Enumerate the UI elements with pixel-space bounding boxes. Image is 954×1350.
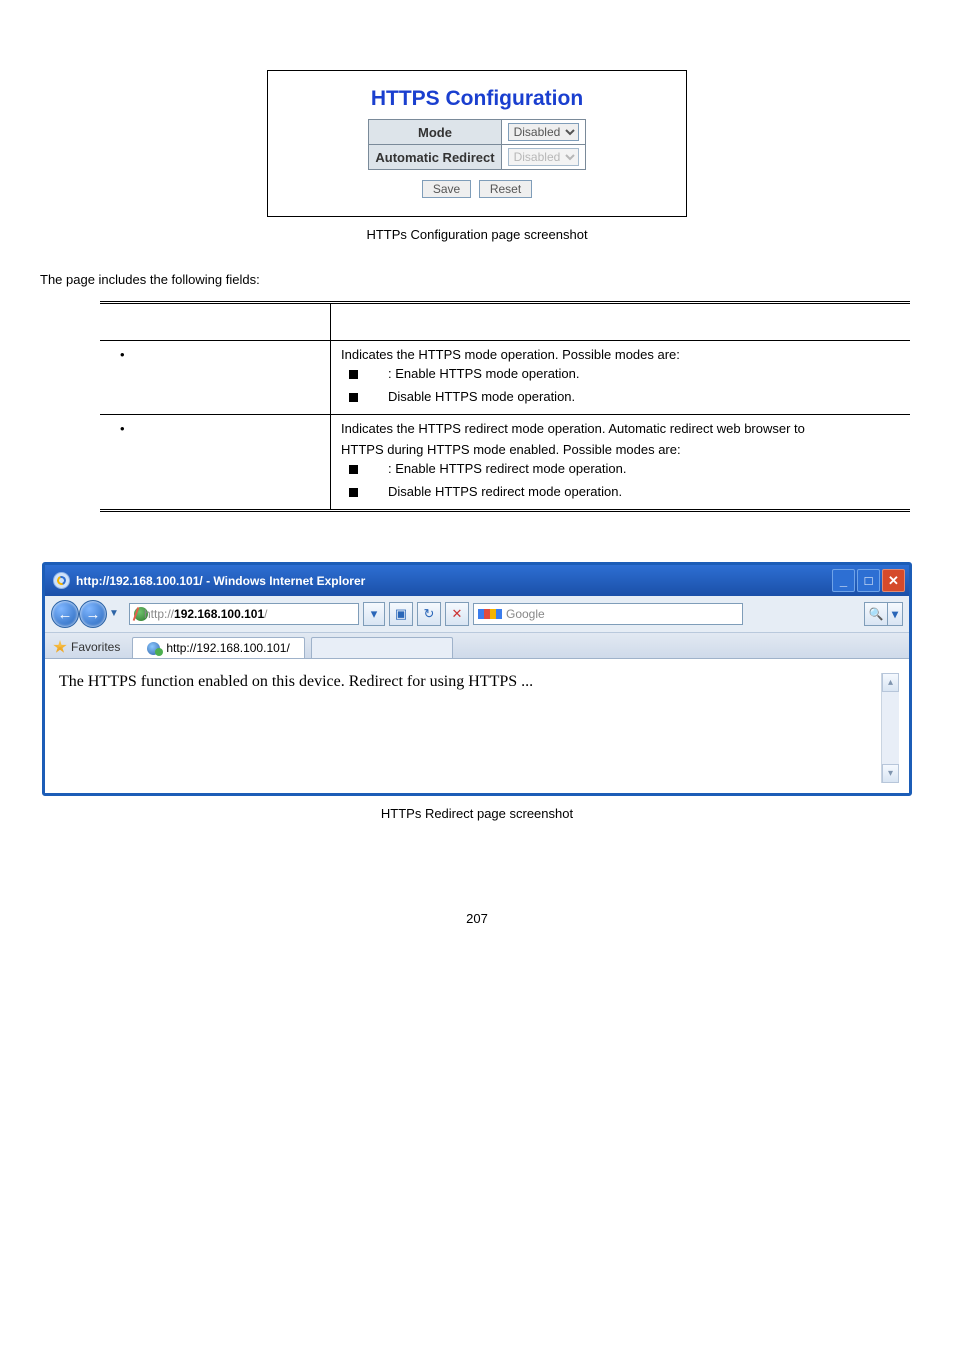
mode-select[interactable]: Disabled: [508, 123, 579, 141]
field-2-bullet-1: : Enable HTTPS redirect mode operation.: [341, 457, 900, 480]
star-icon: [53, 640, 67, 654]
address-text: http://192.168.100.101/: [144, 607, 267, 621]
favorites-button[interactable]: Favorites: [51, 638, 126, 658]
mode-label: Mode: [369, 120, 501, 145]
field-row-1-label: •: [100, 341, 331, 415]
page-number: 207: [40, 911, 914, 926]
tab-favicon-icon: [147, 642, 160, 655]
ie-window: http://192.168.100.101/ - Windows Intern…: [42, 562, 912, 796]
redirect-select: Disabled: [508, 148, 579, 166]
figure-caption-1: HTTPs Configuration page screenshot: [40, 227, 914, 242]
field-2-bullet-2: Disable HTTPS redirect mode operation.: [341, 480, 900, 503]
back-icon[interactable]: ←: [51, 600, 79, 628]
forward-icon[interactable]: →: [79, 600, 107, 628]
search-dropdown-icon[interactable]: ▾: [888, 602, 903, 626]
refresh-icon[interactable]: ↻: [417, 602, 441, 626]
minimize-icon[interactable]: _: [832, 569, 855, 592]
field-1-bullet-2: Disable HTTPS mode operation.: [341, 385, 900, 408]
ie-logo-icon: [53, 572, 70, 589]
ie-tabs-row: Favorites http://192.168.100.101/: [45, 633, 909, 659]
tab-label: http://192.168.100.101/: [166, 641, 289, 655]
search-icon[interactable]: 🔍: [864, 602, 888, 626]
field-1-bullet-1: : Enable HTTPS mode operation.: [341, 362, 900, 385]
ie-toolbar: ← → ▼ http://192.168.100.101/ ▾ ▣ ↻ ✕ Go…: [45, 596, 909, 633]
stop-icon[interactable]: ✕: [445, 602, 469, 626]
page-content-area: The HTTPS function enabled on this devic…: [45, 659, 909, 793]
redirect-label: Automatic Redirect: [369, 145, 501, 170]
intro-text: The page includes the following fields:: [40, 272, 914, 287]
nav-history-dropdown-icon[interactable]: ▼: [107, 600, 121, 626]
search-box[interactable]: Google: [473, 603, 743, 625]
https-config-panel: HTTPS Configuration Mode Disabled Automa…: [267, 70, 687, 217]
new-tab[interactable]: [311, 637, 453, 658]
scroll-up-icon[interactable]: ▴: [882, 673, 899, 692]
save-button[interactable]: Save: [422, 180, 471, 198]
search-placeholder: Google: [506, 607, 545, 621]
address-bar[interactable]: http://192.168.100.101/: [129, 603, 359, 625]
vertical-scrollbar[interactable]: ▴ ▾: [881, 673, 899, 783]
maximize-icon[interactable]: □: [857, 569, 880, 592]
panel-title: HTTPS Configuration: [280, 87, 674, 111]
figure-caption-2: HTTPs Redirect page screenshot: [40, 806, 914, 821]
google-icon: [478, 609, 502, 619]
fields-table: • Indicates the HTTPS mode operation. Po…: [100, 301, 910, 512]
field-1-lead: Indicates the HTTPS mode operation. Poss…: [341, 347, 900, 362]
scroll-down-icon[interactable]: ▾: [882, 764, 899, 783]
ie-titlebar: http://192.168.100.101/ - Windows Intern…: [45, 565, 909, 596]
close-icon[interactable]: ✕: [882, 569, 905, 592]
active-tab[interactable]: http://192.168.100.101/: [132, 637, 304, 658]
compat-view-icon[interactable]: ▣: [389, 602, 413, 626]
config-table: Mode Disabled Automatic Redirect Disable…: [368, 119, 585, 170]
reset-button[interactable]: Reset: [479, 180, 532, 198]
field-2-lead: Indicates the HTTPS redirect mode operat…: [341, 421, 900, 436]
field-row-2-label: •: [100, 415, 331, 511]
redirect-message: The HTTPS function enabled on this devic…: [59, 673, 881, 783]
address-dropdown-icon[interactable]: ▾: [363, 602, 385, 626]
field-2-lead2: HTTPS during HTTPS mode enabled. Possibl…: [341, 436, 900, 457]
window-title: http://192.168.100.101/ - Windows Intern…: [76, 574, 365, 588]
